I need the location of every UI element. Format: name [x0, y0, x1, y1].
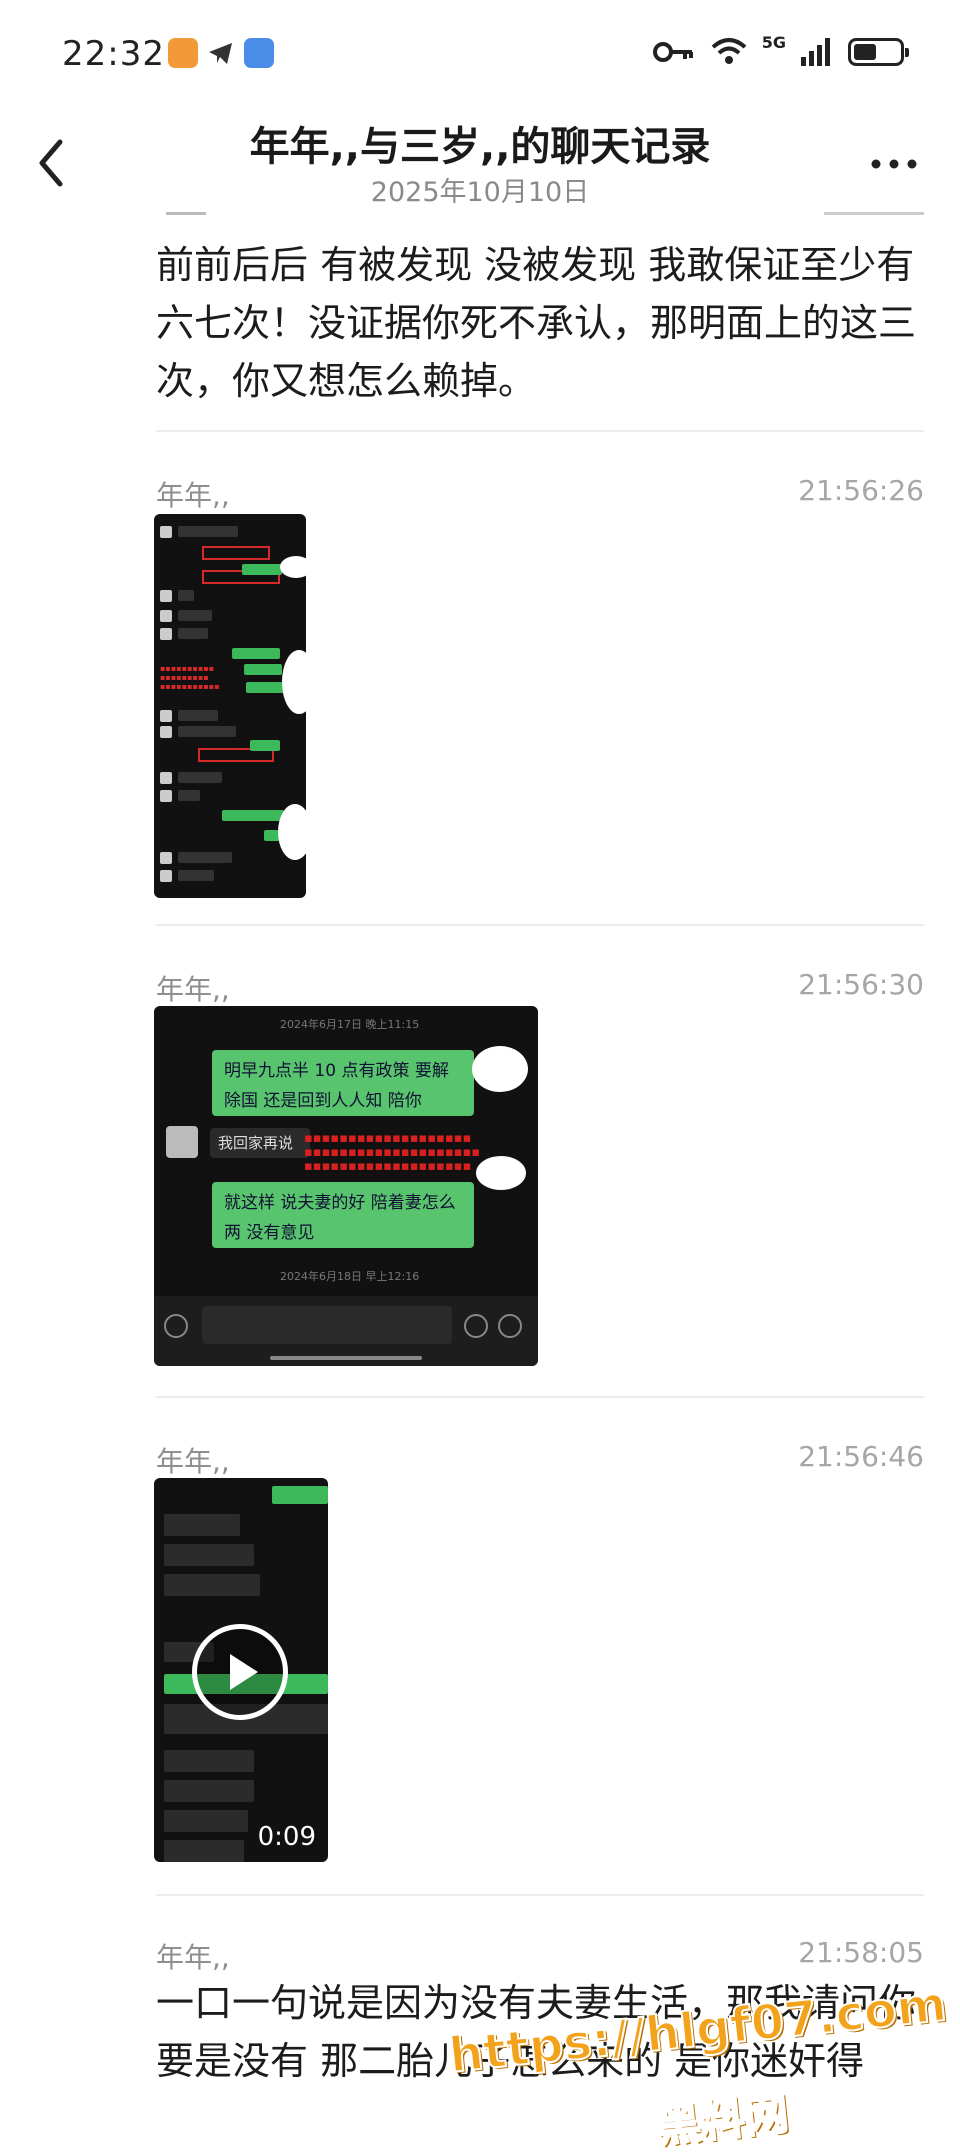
battery-level: [854, 44, 876, 60]
message-time: 21:56:26: [798, 474, 924, 507]
status-indicators: 5G: [652, 32, 909, 68]
message-sender: 年年,,: [156, 1445, 230, 1478]
signal-icon: [801, 38, 830, 66]
more-options-icon[interactable]: [864, 140, 924, 180]
messaging-app-icon: [244, 38, 274, 68]
inner-input-bar: [154, 1296, 538, 1366]
status-app-icons: [168, 38, 274, 68]
network-type-label: 5G: [761, 32, 786, 52]
message-sender: 年年,,: [156, 479, 230, 512]
chat-screenshot-image[interactable]: ▪▪▪▪▪▪▪▪▪▪ ▪▪▪▪▪▪▪▪▪ ▪▪▪▪▪▪▪▪▪▪▪: [154, 514, 306, 898]
inner-avatar: [166, 1126, 198, 1158]
inner-reply-bubble: 我回家再说: [210, 1128, 310, 1158]
message-time: 21:56:30: [798, 968, 924, 1001]
page-title: 年年,,与三岁,,的聊天记录: [249, 124, 711, 170]
chat-history-page: 22:32 5G 年年,,与三岁,,的聊天记录 2025年10月10日 前前后后…: [0, 0, 960, 2156]
status-time: 22:32: [62, 34, 165, 74]
inner-timestamp: 2024年6月17日 晚上11:15: [280, 1018, 420, 1031]
inner-timestamp: 2024年6月18日 早上12:16: [280, 1270, 420, 1283]
message-divider: [156, 1396, 924, 1398]
message-sender: 年年,,: [156, 1941, 230, 1974]
message-time: 21:56:46: [798, 1440, 924, 1473]
watermark-site-name: 黑料网: [653, 2087, 792, 2154]
message-time: 21:58:05: [798, 1936, 924, 1969]
message-text: 前前后后 有被发现 没被发现 我敢保证至少有六七次！没证据你死不承认，那明面上的…: [156, 243, 917, 403]
key-icon: [652, 42, 693, 62]
play-icon[interactable]: [192, 1624, 288, 1720]
message-divider: [156, 924, 924, 926]
chat-screenshot-image[interactable]: 2024年6月17日 晚上11:15 明早九点半 10 点有政策 要解除国 还是…: [154, 1006, 538, 1366]
clipped-message-header: [156, 206, 924, 220]
chat-header: 年年,,与三岁,,的聊天记录 2025年10月10日: [0, 110, 960, 210]
battery-icon: [848, 38, 909, 66]
page-date: 2025年10月10日: [370, 177, 590, 208]
inner-green-bubble: 就这样 说夫妻的好 陪着妻怎么两 没有意见: [212, 1182, 474, 1248]
message-divider: [156, 1894, 924, 1896]
wifi-icon: [711, 38, 747, 64]
video-duration: 0:09: [257, 1822, 316, 1852]
message-divider: [156, 430, 924, 432]
status-bar: 22:32 5G: [0, 0, 960, 110]
inner-green-bubble: 明早九点半 10 点有政策 要解除国 还是回到人人知 陪你: [212, 1050, 474, 1116]
telegram-icon: [209, 43, 232, 64]
video-thumbnail[interactable]: 0:09: [154, 1478, 328, 1862]
message-sender: 年年,,: [156, 973, 230, 1006]
notification-app-icon: [168, 38, 198, 68]
